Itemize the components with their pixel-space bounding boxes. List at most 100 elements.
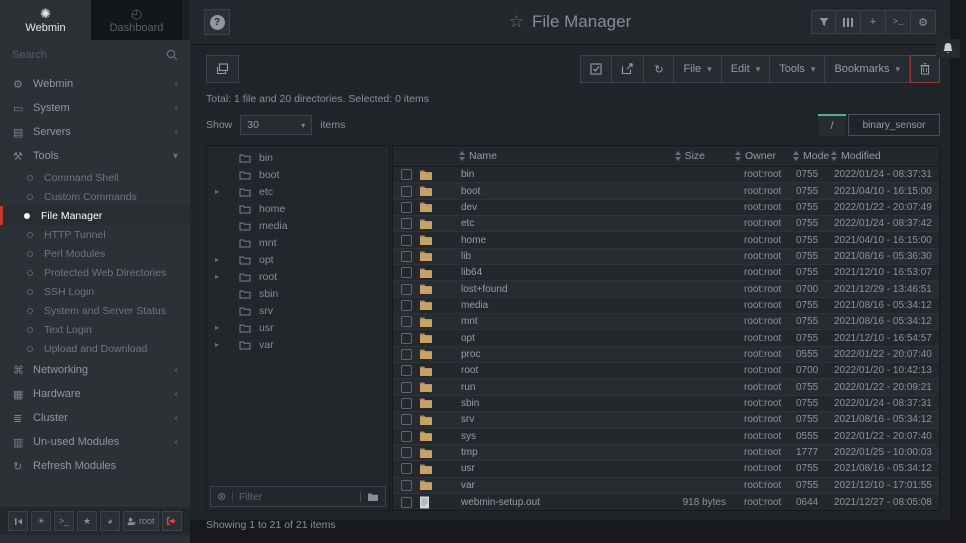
table-row[interactable]: opt root:root 0755 2021/12/10 - 16:54:57 (393, 330, 939, 346)
tree-expand-icon[interactable]: ▸ (215, 323, 225, 332)
bookmarks-menu-button[interactable]: Bookmarks ▾ (825, 55, 910, 83)
file-name[interactable]: webmin-setup.out (449, 497, 599, 508)
tree-item[interactable]: ▸ var (207, 336, 389, 353)
tree-expand-icon[interactable]: ▸ (215, 272, 225, 281)
row-checkbox[interactable] (401, 398, 412, 409)
terminal-button[interactable]: >_ (54, 511, 74, 531)
file-name[interactable]: mnt (449, 316, 599, 327)
tree-item[interactable]: home (207, 200, 389, 217)
sidebar-item[interactable]: ⚙ Webmin ‹ (0, 72, 190, 96)
row-checkbox[interactable] (401, 447, 412, 458)
file-name[interactable]: tmp (449, 447, 599, 458)
tree-item[interactable]: srv (207, 302, 389, 319)
file-name[interactable]: lib (449, 251, 599, 262)
sidebar-item[interactable]: Upload and Download (0, 339, 190, 358)
table-row[interactable]: srv root:root 0755 2021/08/16 - 05:34:12 (393, 412, 939, 428)
file-name[interactable]: lost+found (449, 284, 599, 295)
table-row[interactable]: usr root:root 0755 2021/08/16 - 05:34:12 (393, 461, 939, 477)
shell-button[interactable]: >_ (886, 10, 911, 34)
tab-dashboard[interactable]: ◴ Dashboard (91, 0, 182, 40)
table-row[interactable]: var root:root 0755 2021/12/10 - 17:01:55 (393, 478, 939, 494)
paste-buffer-button[interactable] (206, 55, 239, 83)
notifications-tab[interactable] (936, 39, 960, 58)
file-name[interactable]: lib64 (449, 267, 599, 278)
table-row[interactable]: bin root:root 0755 2022/01/24 - 08:37:31 (393, 167, 939, 183)
file-name[interactable]: media (449, 300, 599, 311)
table-row[interactable]: boot root:root 0755 2021/04/10 - 16:15:0… (393, 183, 939, 199)
tree-item[interactable]: boot (207, 166, 389, 183)
table-row[interactable]: root root:root 0700 2022/01/20 - 10:42:1… (393, 363, 939, 379)
tree-item[interactable]: ▸ etc (207, 183, 389, 200)
row-checkbox[interactable] (401, 414, 412, 425)
row-checkbox[interactable] (401, 480, 412, 491)
collapse-sidebar-button[interactable] (8, 511, 28, 531)
sidebar-item[interactable]: ▭ System ‹ (0, 96, 190, 120)
tools-menu-button[interactable]: Tools ▾ (770, 55, 825, 83)
column-header-size[interactable]: Size (599, 150, 731, 162)
table-row[interactable]: sys root:root 0555 2022/01/22 - 20:07:40 (393, 429, 939, 445)
table-row[interactable]: proc root:root 0555 2022/01/22 - 20:07:4… (393, 347, 939, 363)
select-all-button[interactable] (580, 55, 612, 83)
sidebar-item[interactable]: HTTP Tunnel (0, 225, 190, 244)
row-checkbox[interactable] (401, 431, 412, 442)
row-checkbox[interactable] (401, 349, 412, 360)
table-row[interactable]: lib root:root 0755 2021/08/16 - 05:36:30 (393, 249, 939, 265)
breadcrumb-root-button[interactable]: / (818, 114, 846, 136)
row-checkbox[interactable] (401, 316, 412, 327)
page-size-select[interactable]: 30 ▾ (240, 115, 312, 135)
palette-button[interactable]: ◕ (100, 511, 120, 531)
add-button[interactable]: + (861, 10, 886, 34)
file-name[interactable]: srv (449, 414, 599, 425)
trash-button[interactable] (910, 55, 940, 83)
tree-item[interactable]: mnt (207, 234, 389, 251)
tree-item[interactable]: bin (207, 149, 389, 166)
file-name[interactable]: usr (449, 463, 599, 474)
tree-item[interactable]: ▸ opt (207, 251, 389, 268)
refresh-button[interactable]: ↻ (644, 55, 674, 83)
table-row[interactable]: home root:root 0755 2021/04/10 - 16:15:0… (393, 232, 939, 248)
column-header-name[interactable]: Name (449, 150, 599, 162)
clear-filter-icon[interactable]: ⊗ (217, 490, 226, 503)
file-name[interactable]: opt (449, 333, 599, 344)
sidebar-item[interactable]: ⌘ Networking ‹ (0, 358, 190, 382)
table-row[interactable]: webmin-setup.out 918 bytes root:root 064… (393, 494, 939, 510)
path-search-input[interactable] (848, 114, 940, 136)
file-menu-button[interactable]: File ▾ (674, 55, 721, 83)
file-name[interactable]: sys (449, 431, 599, 442)
theme-brightness-button[interactable]: ☀ (31, 511, 51, 531)
table-row[interactable]: media root:root 0755 2021/08/16 - 05:34:… (393, 298, 939, 314)
row-checkbox[interactable] (401, 382, 412, 393)
tab-webmin[interactable]: ✺ Webmin (0, 0, 91, 40)
row-checkbox[interactable] (401, 235, 412, 246)
sidebar-item[interactable]: SSH Login (0, 282, 190, 301)
filter-folder-button[interactable] (360, 492, 379, 502)
row-checkbox[interactable] (401, 284, 412, 295)
tree-item[interactable]: sbin (207, 285, 389, 302)
row-checkbox[interactable] (401, 267, 412, 278)
sidebar-item[interactable]: Perl Modules (0, 244, 190, 263)
row-checkbox[interactable] (401, 169, 412, 180)
sidebar-item[interactable]: System and Server Status (0, 301, 190, 320)
row-checkbox[interactable] (401, 333, 412, 344)
tree-item[interactable]: media (207, 217, 389, 234)
file-name[interactable]: boot (449, 186, 599, 197)
file-name[interactable]: etc (449, 218, 599, 229)
sidebar-item[interactable]: File Manager (0, 206, 190, 225)
search-input[interactable] (12, 49, 166, 61)
share-button[interactable] (612, 55, 644, 83)
table-row[interactable]: mnt root:root 0755 2021/08/16 - 05:34:12 (393, 314, 939, 330)
favorites-button[interactable]: ★ (77, 511, 97, 531)
column-header-modified[interactable]: Modified (831, 150, 939, 162)
column-header-mode[interactable]: Mode (793, 150, 831, 162)
sidebar-item[interactable]: ↻ Refresh Modules (0, 454, 190, 478)
sidebar-item[interactable]: Command Shell (0, 168, 190, 187)
sidebar-item[interactable]: ▤ Servers ‹ (0, 120, 190, 144)
sidebar-item[interactable]: ⚒ Tools ▾ (0, 144, 190, 168)
table-row[interactable]: lost+found root:root 0700 2021/12/29 - 1… (393, 281, 939, 297)
favorite-star-icon[interactable]: ☆ (509, 12, 524, 32)
file-name[interactable]: proc (449, 349, 599, 360)
tree-item[interactable]: ▸ usr (207, 319, 389, 336)
sidebar-item[interactable]: Text Login (0, 320, 190, 339)
file-name[interactable]: run (449, 382, 599, 393)
file-name[interactable]: home (449, 235, 599, 246)
